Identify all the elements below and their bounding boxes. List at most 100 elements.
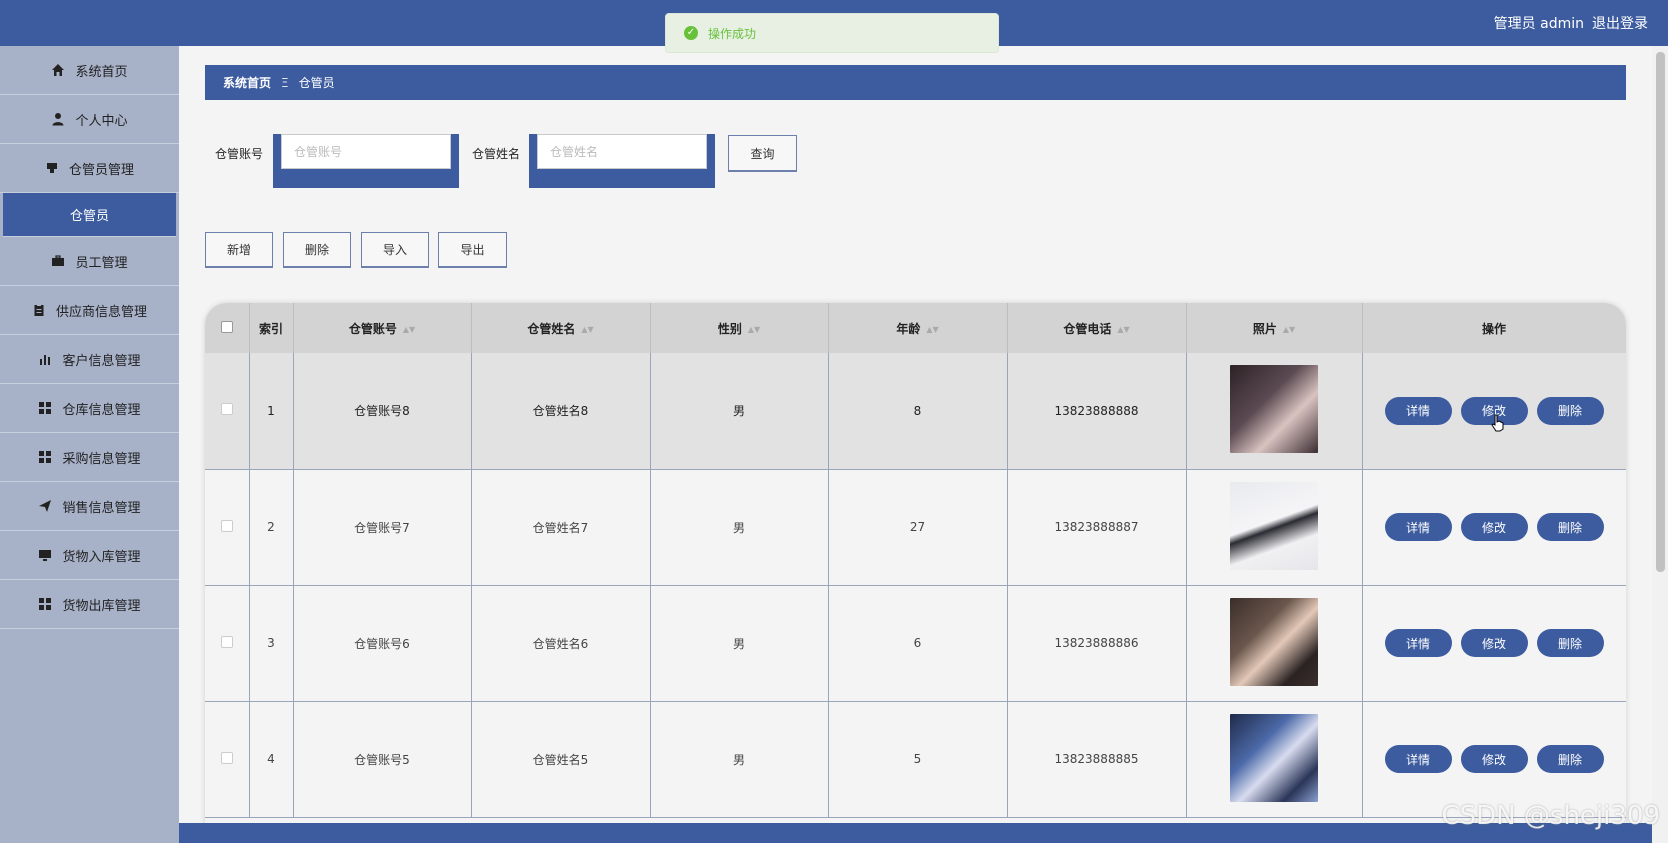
row-account: 仓管账号5 <box>293 701 472 818</box>
name-label: 仓管姓名 <box>472 147 521 161</box>
detail-button[interactable]: 详情 <box>1384 513 1452 541</box>
photo-thumbnail[interactable] <box>1230 713 1318 802</box>
success-toast: ✓ 操作成功 <box>665 13 999 53</box>
user-icon <box>51 112 65 126</box>
row-select-cell[interactable] <box>205 353 250 470</box>
row-checkbox[interactable] <box>220 519 233 532</box>
sidebar-item-label: 货物出库管理 <box>62 598 141 614</box>
account-field-wrap <box>273 134 459 188</box>
col-gender[interactable]: 性别 ▲▼ <box>650 303 829 353</box>
select-all-checkbox[interactable] <box>220 320 233 333</box>
sidebar-item-warehouse[interactable]: 仓库信息管理 <box>0 384 179 433</box>
detail-button[interactable]: 详情 <box>1384 629 1452 657</box>
sidebar-item-sales[interactable]: 销售信息管理 <box>0 482 179 531</box>
sort-icon[interactable]: ▲▼ <box>1117 325 1129 334</box>
table-row: 3 仓管账号6 仓管姓名6 男 6 13823888886 详情 修改 删除 <box>205 585 1626 702</box>
col-name-label: 仓管姓名 <box>527 321 576 336</box>
row-index: 1 <box>249 353 294 470</box>
sidebar-item-purchase[interactable]: 采购信息管理 <box>0 433 179 482</box>
sidebar-item-customer[interactable]: 客户信息管理 <box>0 335 179 384</box>
sidebar-item-staff[interactable]: 员工管理 <box>0 237 179 286</box>
sidebar-item-keeper-mgmt[interactable]: 仓管员管理 <box>0 144 179 193</box>
row-actions: 详情 修改 删除 <box>1362 469 1626 586</box>
delete-button[interactable]: 删除 <box>1536 629 1604 657</box>
select-all-cell[interactable] <box>205 303 250 353</box>
row-name: 仓管姓名8 <box>471 353 651 470</box>
sidebar-item-label: 供应商信息管理 <box>55 304 147 320</box>
sort-icon[interactable]: ▲▼ <box>748 325 760 334</box>
edit-button[interactable]: 修改 <box>1460 513 1528 541</box>
sort-icon[interactable]: ▲▼ <box>581 325 593 334</box>
toast-message: 操作成功 <box>708 26 757 41</box>
sidebar-item-outbound[interactable]: 货物出库管理 <box>0 580 179 629</box>
row-name: 仓管姓名7 <box>471 469 651 586</box>
photo-thumbnail[interactable] <box>1230 481 1318 570</box>
row-checkbox[interactable] <box>220 635 233 648</box>
name-field-wrap <box>529 134 715 188</box>
col-gender-label: 性别 <box>717 321 742 336</box>
user-label: 管理员 admin <box>1493 16 1584 32</box>
row-checkbox[interactable] <box>220 403 233 416</box>
page-scrollbar[interactable] <box>1652 46 1668 843</box>
sidebar-item-label: 仓管员 <box>69 209 109 224</box>
export-button[interactable]: 导出 <box>438 232 507 268</box>
row-index: 4 <box>249 701 294 818</box>
row-gender: 男 <box>650 585 829 702</box>
grid-icon <box>38 597 52 611</box>
photo-thumbnail[interactable] <box>1230 597 1318 686</box>
col-phone[interactable]: 仓管电话 ▲▼ <box>1007 303 1187 353</box>
monitor-icon <box>38 548 52 562</box>
sort-icon[interactable]: ▲▼ <box>403 325 415 334</box>
table-row: 1 仓管账号8 仓管姓名8 男 8 13823888888 详情 修改 删除 <box>205 353 1626 470</box>
row-gender: 男 <box>650 701 829 818</box>
scrollbar-thumb[interactable] <box>1656 52 1665 572</box>
row-account: 仓管账号8 <box>293 353 472 470</box>
main-content: 系统首页 Ξ 仓管员 仓管账号 仓管姓名 查询 新增 删除 导入 导出 索引 仓… <box>179 46 1668 843</box>
sidebar-item-supplier[interactable]: 供应商信息管理 <box>0 286 179 335</box>
sidebar-item-label: 个人中心 <box>75 113 128 129</box>
delete-button[interactable]: 删除 <box>1536 745 1604 773</box>
detail-button[interactable]: 详情 <box>1384 745 1452 773</box>
edit-button[interactable]: 修改 <box>1460 745 1528 773</box>
row-phone: 13823888888 <box>1007 353 1187 470</box>
row-phone: 13823888886 <box>1007 585 1187 702</box>
name-input[interactable] <box>537 134 707 169</box>
sort-icon[interactable]: ▲▼ <box>926 325 938 334</box>
clipboard-icon <box>32 303 46 317</box>
table-header-row: 索引 仓管账号 ▲▼ 仓管姓名 ▲▼ 性别 ▲▼ 年龄 ▲▼ 仓管电话 ▲▼ 照片 ▲▼ 操… <box>205 303 1626 353</box>
row-checkbox[interactable] <box>220 751 233 764</box>
edit-button[interactable]: 修改 <box>1460 629 1528 657</box>
row-select-cell[interactable] <box>205 701 250 818</box>
col-index: 索引 <box>249 303 294 353</box>
sidebar-item-profile[interactable]: 个人中心 <box>0 95 179 144</box>
sidebar-item-inbound[interactable]: 货物入库管理 <box>0 531 179 580</box>
add-button[interactable]: 新增 <box>205 232 273 268</box>
col-account[interactable]: 仓管账号 ▲▼ <box>293 303 472 353</box>
row-gender: 男 <box>650 353 829 470</box>
batch-delete-button[interactable]: 删除 <box>283 232 351 268</box>
sidebar-item-home[interactable]: 系统首页 <box>0 46 179 95</box>
row-account: 仓管账号7 <box>293 469 472 586</box>
row-age: 27 <box>828 469 1008 586</box>
sidebar-item-label: 货物入库管理 <box>62 549 141 565</box>
col-name[interactable]: 仓管姓名 ▲▼ <box>471 303 651 353</box>
account-input[interactable] <box>281 134 451 169</box>
query-button[interactable]: 查询 <box>728 135 797 172</box>
delete-button[interactable]: 删除 <box>1536 513 1604 541</box>
photo-thumbnail[interactable] <box>1230 365 1318 454</box>
col-photo[interactable]: 照片 ▲▼ <box>1186 303 1363 353</box>
table-row: 2 仓管账号7 仓管姓名7 男 27 13823888887 详情 修改 删除 <box>205 469 1626 586</box>
home-icon <box>51 63 65 77</box>
col-age[interactable]: 年龄 ▲▼ <box>828 303 1008 353</box>
logout-link[interactable]: 退出登录 <box>1592 13 1648 33</box>
col-photo-label: 照片 <box>1252 321 1277 336</box>
sidebar-item-keeper[interactable]: 仓管员 <box>3 193 176 237</box>
row-select-cell[interactable] <box>205 585 250 702</box>
sort-icon[interactable]: ▲▼ <box>1283 325 1295 334</box>
import-button[interactable]: 导入 <box>361 232 429 268</box>
delete-button[interactable]: 删除 <box>1536 396 1604 425</box>
detail-button[interactable]: 详情 <box>1384 396 1452 425</box>
breadcrumb-home[interactable]: 系统首页 <box>223 74 271 91</box>
row-gender: 男 <box>650 469 829 586</box>
row-select-cell[interactable] <box>205 469 250 586</box>
